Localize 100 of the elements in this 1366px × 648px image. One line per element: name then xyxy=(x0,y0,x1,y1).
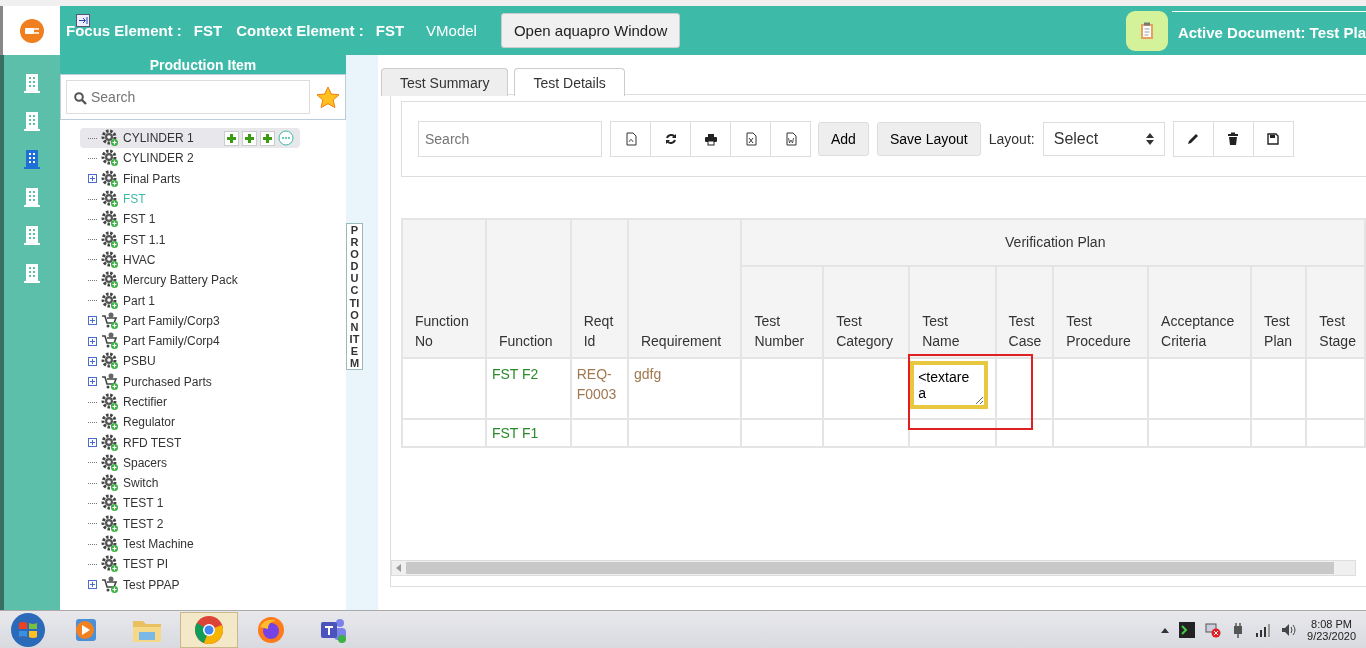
terminal-icon[interactable] xyxy=(1179,622,1196,638)
gear-icon xyxy=(101,210,119,229)
save-button[interactable] xyxy=(1252,121,1294,157)
gear-icon xyxy=(101,250,119,269)
tree-item[interactable]: Test PPAP xyxy=(88,574,182,595)
panel-title: Production Item xyxy=(60,55,346,74)
trash-icon xyxy=(1226,132,1241,146)
tree-item[interactable]: Final Parts xyxy=(88,168,183,189)
open-window-button[interactable]: Open aquapro Window xyxy=(500,13,681,48)
column-header: Test Stage xyxy=(1306,266,1365,358)
focus-element-label: Focus Element : xyxy=(66,22,182,39)
group-header: Verification Plan xyxy=(741,219,1365,266)
column-header: Function No xyxy=(402,219,486,358)
cart-icon xyxy=(101,332,119,351)
tree-item[interactable]: Spacers xyxy=(88,452,170,474)
gear-icon xyxy=(101,149,119,168)
add-button[interactable]: Add xyxy=(818,122,869,156)
expand-icon[interactable] xyxy=(88,377,97,387)
taskbar-app[interactable] xyxy=(180,612,238,648)
gear-icon xyxy=(101,413,119,432)
tree-item[interactable]: Part Family/Corp4 xyxy=(88,330,222,352)
document-icon xyxy=(783,132,798,146)
tree-item[interactable]: FST 1 xyxy=(88,209,158,230)
floppy-icon xyxy=(1266,132,1281,146)
expand-icon[interactable] xyxy=(88,438,97,448)
gear-icon xyxy=(101,393,119,411)
print-button[interactable] xyxy=(690,121,731,157)
column-header: Test Procedure xyxy=(1053,266,1149,358)
gear-icon xyxy=(101,433,119,452)
tree-item[interactable]: TEST 1 xyxy=(88,493,166,514)
cart-icon xyxy=(101,575,119,594)
expand-icon[interactable] xyxy=(88,174,97,184)
pencil-icon xyxy=(1186,132,1201,146)
column-header: Function xyxy=(485,219,571,358)
star-icon[interactable] xyxy=(316,85,340,109)
gear-icon xyxy=(101,190,119,209)
tree-item[interactable]: TEST 2 xyxy=(88,513,166,534)
gear-icon xyxy=(101,514,119,533)
add-icon[interactable] xyxy=(241,130,257,146)
tab[interactable]: Test Details xyxy=(514,68,625,96)
search-field[interactable]: Search xyxy=(418,121,602,157)
gear-icon xyxy=(101,453,119,472)
scroll-left-icon[interactable] xyxy=(396,564,402,572)
save-layout-button[interactable]: Save Layout xyxy=(876,122,981,156)
chevron-up-icon[interactable] xyxy=(1161,627,1170,633)
table-cell: FST F2 xyxy=(485,358,571,419)
printer-icon xyxy=(703,132,718,146)
search-icon xyxy=(74,92,87,105)
expand-icon[interactable] xyxy=(88,316,97,326)
table-cell: FST F1 xyxy=(485,419,571,447)
tree-item[interactable]: Switch xyxy=(88,473,161,494)
speaker-icon[interactable] xyxy=(1281,623,1298,637)
horizontal-scrollbar[interactable] xyxy=(391,560,1356,576)
tree-item[interactable]: RFD TEST xyxy=(88,432,184,453)
sort-caret-icon xyxy=(1145,133,1154,145)
model-label: VModel xyxy=(426,22,477,39)
logo-icon xyxy=(18,17,45,44)
expand-icon[interactable] xyxy=(88,580,97,590)
column-header: Test Number xyxy=(741,266,824,358)
expand-icon[interactable] xyxy=(88,336,97,346)
gear-icon xyxy=(101,271,119,290)
context-element-label: Context Element : xyxy=(236,22,364,39)
word-button[interactable] xyxy=(770,121,811,157)
tree-item[interactable]: Part Family/Corp3 xyxy=(88,310,222,331)
tree-item[interactable]: HVAC xyxy=(88,249,158,271)
tree-item[interactable]: Part 1 xyxy=(88,290,157,311)
network-error-icon[interactable] xyxy=(1205,622,1222,638)
gear-icon xyxy=(101,230,119,249)
add-icon[interactable] xyxy=(223,130,239,146)
refresh-button[interactable] xyxy=(650,121,691,157)
tree-item[interactable]: Test Machine xyxy=(88,533,196,555)
gear-icon xyxy=(101,535,119,554)
tree-item[interactable]: Purchased Parts xyxy=(88,371,214,392)
signal-icon[interactable] xyxy=(1255,623,1272,637)
clock-date: 9/23/2020 xyxy=(1307,630,1356,642)
layout-label: Layout: xyxy=(988,131,1035,147)
tree-item[interactable]: Regulator xyxy=(88,412,178,433)
tab[interactable]: Test Summary xyxy=(381,68,509,96)
tree-item[interactable]: CYLINDER 1 xyxy=(80,128,300,149)
pdf-icon xyxy=(623,132,638,146)
tree-item[interactable]: Mercury Battery Pack xyxy=(88,270,240,291)
tree-item[interactable]: TEST PI xyxy=(88,554,171,575)
side-tab[interactable]: PRODUCTION ITEM xyxy=(346,223,363,371)
layout-select[interactable]: Select xyxy=(1042,122,1165,156)
tree-item[interactable]: Rectifier xyxy=(88,391,169,413)
tree-item[interactable]: PSBU xyxy=(88,351,158,372)
add-icon[interactable] xyxy=(259,130,275,146)
expand-icon[interactable] xyxy=(88,356,97,366)
collapse-icon[interactable] xyxy=(76,14,90,27)
tree-item[interactable]: CYLINDER 2 xyxy=(88,148,196,169)
chrome-icon xyxy=(194,615,224,645)
focus-element-value: FST xyxy=(193,22,223,39)
gear-icon xyxy=(101,555,119,574)
clock-time: 8:08 PM xyxy=(1311,618,1352,630)
cart-icon xyxy=(101,311,119,330)
tree-item[interactable]: FST 1.1 xyxy=(88,229,168,250)
document-button[interactable] xyxy=(1125,10,1168,51)
text-area[interactable]: <textarea xyxy=(910,361,989,409)
search-field[interactable]: Search xyxy=(66,80,310,114)
delete-button[interactable] xyxy=(1212,121,1254,157)
